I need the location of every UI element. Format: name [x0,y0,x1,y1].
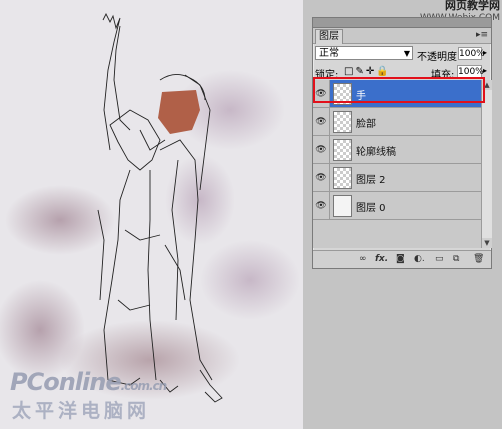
layer-row-layer2[interactable]: 👁 图层 2 [313,164,481,192]
group-icon[interactable]: ▭ [435,254,444,264]
opacity-label: 不透明度: [417,52,461,63]
eye-icon[interactable]: 👁 [313,136,330,163]
opacity-slider-arrow-icon[interactable]: ▸ [483,48,487,57]
layers-scrollbar[interactable]: ▲ ▼ [481,80,492,248]
lock-all-icon[interactable]: 🔒 [376,66,390,77]
site-cn-text: 网页教学网 [445,0,500,12]
layers-list: 👁 手 👁 脸部 👁 轮廓线稿 👁 图层 2 👁 图层 0 [313,80,481,248]
document-canvas[interactable]: PConline.com.cn 太平洋电脑网 [0,0,303,429]
fill-slider-arrow-icon[interactable]: ▸ [483,66,487,75]
layer-row-outline[interactable]: 👁 轮廓线稿 [313,136,481,164]
eye-icon[interactable]: 👁 [313,164,330,191]
layer-thumbnail [333,167,352,189]
blend-mode-select[interactable]: 正常 ▼ [315,46,413,60]
panel-tab-row: 图层 ▸≡ [313,28,491,44]
sketch-artwork [0,12,300,403]
trash-icon[interactable]: 🗑 [473,254,484,264]
layer-name: 脸部 [356,119,376,130]
lock-transparent-icon[interactable]: □ [344,66,355,77]
pconline-cn-watermark: 太平洋电脑网 [12,400,151,422]
pconline-text: PConline [10,368,122,396]
adjustment-icon[interactable]: ◐. [414,254,425,264]
tab-layers[interactable]: 图层 [315,29,343,44]
layer-name: 图层 0 [356,203,386,214]
layer-row-face[interactable]: 👁 脸部 [313,108,481,136]
layers-bottom-toolbar: ∞ fx. ◙ ◐. ▭ ⧉ 🗑 [313,250,491,268]
layer-thumbnail [333,195,352,217]
blend-opacity-row: 正常 ▼ 不透明度: 100% ▸ [313,44,491,64]
layer-name: 图层 2 [356,175,386,186]
layer-thumbnail [333,111,352,133]
opacity-input[interactable]: 100% [458,47,485,60]
lock-move-icon[interactable]: ✛ [366,66,376,77]
layer-name: 轮廓线稿 [356,147,396,158]
fx-icon[interactable]: fx. [375,254,388,264]
lock-options: □✎✛🔒 [344,66,391,77]
mask-icon[interactable]: ◙ [396,254,405,264]
eye-icon[interactable]: 👁 [313,108,330,135]
selection-highlight [313,77,485,103]
blend-mode-value: 正常 [319,48,339,59]
pconline-suffix: .com.cn [120,379,168,393]
lock-paint-icon[interactable]: ✎ [355,66,365,77]
layer-thumbnail [333,139,352,161]
layers-panel: 图层 ▸≡ 正常 ▼ 不透明度: 100% ▸ 锁定: □✎✛🔒 填充: 100… [312,17,492,269]
eye-icon[interactable]: 👁 [313,192,330,219]
layer-row-layer0[interactable]: 👁 图层 0 [313,192,481,220]
pconline-watermark: PConline.com.cn [10,368,168,396]
chevron-down-icon: ▼ [403,49,410,58]
panel-menu-icon[interactable]: ▸≡ [476,30,488,40]
scroll-down-icon[interactable]: ▼ [482,238,492,248]
link-icon[interactable]: ∞ [359,254,367,264]
new-layer-icon[interactable]: ⧉ [453,254,459,264]
panel-titlebar[interactable] [313,18,491,28]
workspace-background: PConline.com.cn 太平洋电脑网 网页教学网 WWW.Webjx.C… [0,0,502,429]
